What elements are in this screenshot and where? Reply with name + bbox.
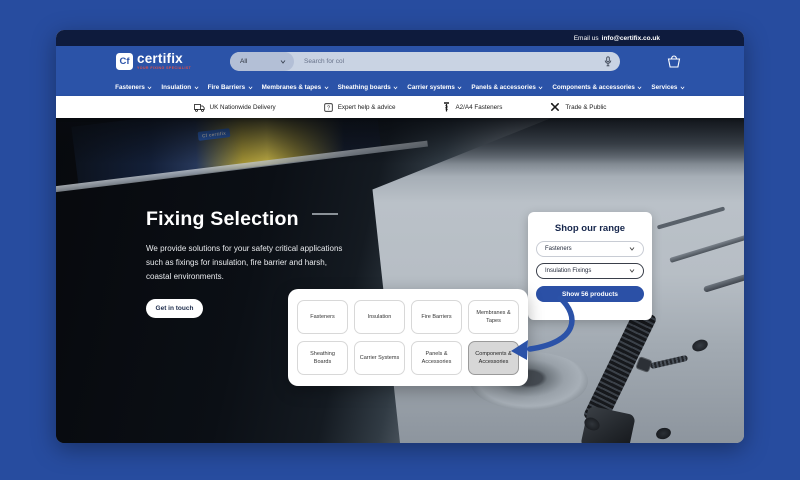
screw-icon [443,102,450,113]
hero-section: Cf certifix Fixing Selection We provide … [56,118,744,443]
feature-expert-help: ? Expert help & advice [324,103,396,112]
page-title: Fixing Selection [146,208,299,231]
search-category-dropdown[interactable]: All [230,52,294,71]
logo-monogram-icon: Cf [116,53,133,70]
search-bar: All [230,52,620,71]
hero-top-shade [56,118,744,164]
chevron-down-icon [629,247,635,251]
chevron-down-icon [194,86,199,90]
help-icon: ? [324,103,333,112]
category-fire-barriers[interactable]: Fire Barriers [411,300,462,334]
main-nav: Fasteners Insulation Fire Barriers Membr… [56,78,744,96]
browser-window: Email usinfo@certifix.co.uk Cf certifix … [56,30,744,443]
microphone-icon[interactable] [604,56,612,67]
shop-range-card: Shop our range Fasteners Insulation Fixi… [528,212,652,320]
category-membranes-tapes[interactable]: Membranes & Tapes [468,300,519,334]
chevron-down-icon [393,86,398,90]
chevron-down-icon [629,269,635,273]
logo-tagline: YOUR FIXING SPECIALIST [137,67,191,71]
nav-item-fire-barriers[interactable]: Fire Barriers [208,84,253,91]
category-carrier-systems[interactable]: Carrier Systems [354,341,405,375]
category-fasteners[interactable]: Fasteners [297,300,348,334]
chevron-down-icon [538,86,543,90]
category-panels-accessories[interactable]: Panels & Accessories [411,341,462,375]
chevron-down-icon [280,60,286,64]
feature-delivery: UK Nationwide Delivery [194,103,276,112]
truck-icon [194,103,205,112]
chevron-down-icon [324,86,329,90]
svg-text:?: ? [327,105,330,111]
title-dash-decoration [312,213,338,215]
nav-item-fasteners[interactable]: Fasteners [115,84,152,91]
category-insulation[interactable]: Insulation [354,300,405,334]
hero-description: We provide solutions for your safety cri… [146,242,342,284]
nav-item-components-accessories[interactable]: Components & accessories [552,84,642,91]
nav-item-carrier-systems[interactable]: Carrier systems [407,84,462,91]
category-components-accessories[interactable]: Components & Accessories [468,341,519,375]
chevron-down-icon [147,86,152,90]
chevron-down-icon [680,86,685,90]
nav-item-services[interactable]: Services [651,84,684,91]
chevron-down-icon [457,86,462,90]
tools-icon [550,102,560,112]
nav-item-panels-accessories[interactable]: Panels & accessories [471,84,543,91]
get-in-touch-button[interactable]: Get in touch [146,299,203,318]
chevron-down-icon [248,86,253,90]
nav-item-membranes-tapes[interactable]: Membranes & tapes [262,84,329,91]
email-label: Email us [574,35,599,42]
category-popup: Fasteners Insulation Fire Barriers Membr… [288,289,528,386]
fasteners-dropdown[interactable]: Fasteners [536,241,644,257]
basket-icon[interactable] [666,54,682,69]
email-address: info@certifix.co.uk [602,35,660,42]
logo-name: certifix [137,52,191,66]
header: Cf certifix YOUR FIXING SPECIALIST All [56,46,744,78]
nav-item-insulation[interactable]: Insulation [161,84,198,91]
feature-fasteners: A2/A4 Fasteners [443,102,502,113]
feature-trade-public: Trade & Public [550,102,606,112]
shop-range-title: Shop our range [536,223,644,234]
topbar: Email usinfo@certifix.co.uk [56,30,744,46]
search-category-value: All [240,58,247,65]
chevron-down-icon [637,86,642,90]
nav-item-sheathing-boards[interactable]: Sheathing boards [338,84,399,91]
feature-bar: UK Nationwide Delivery ? Expert help & a… [56,96,744,118]
logo[interactable]: Cf certifix YOUR FIXING SPECIALIST [116,52,191,70]
email-link[interactable]: Email usinfo@certifix.co.uk [574,35,660,42]
show-products-button[interactable]: Show 56 products [536,286,644,302]
insulation-fixings-dropdown[interactable]: Insulation Fixings [536,263,644,279]
search-input[interactable] [294,58,604,65]
category-sheathing-boards[interactable]: Sheathing Boards [297,341,348,375]
